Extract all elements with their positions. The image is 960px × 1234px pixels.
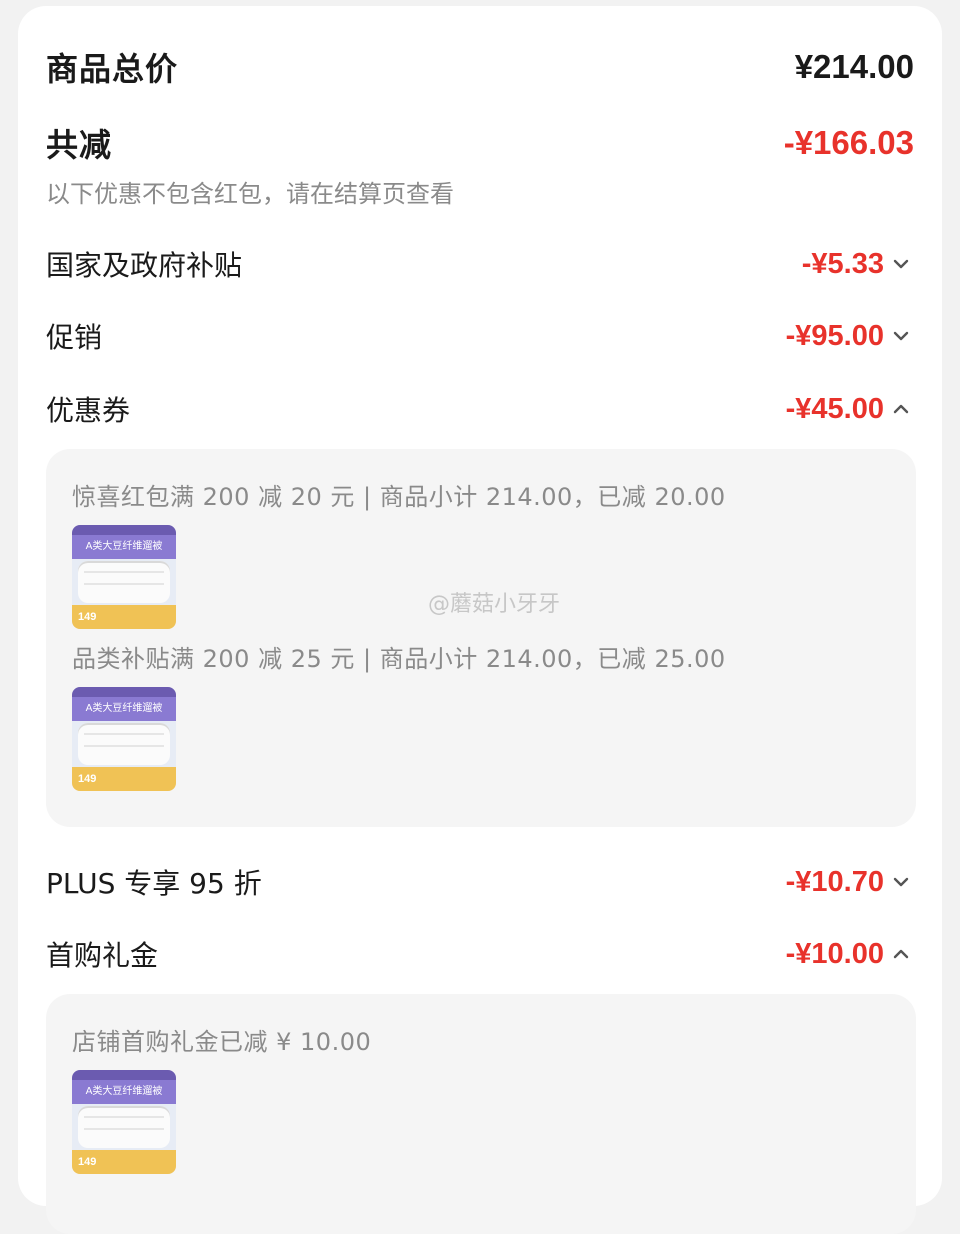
discount-row-plus[interactable]: PLUS 专享 95 折 -¥10.70 xyxy=(46,862,914,902)
product-thumbnail: A类大豆纤维遛被 149 xyxy=(72,687,176,791)
discount-value-wrap: -¥95.00 xyxy=(786,320,914,353)
reduction-label: 共减 xyxy=(46,126,113,164)
coupon-line: 品类补贴满 200 减 25 元 | 商品小计 214.00，已减 25.00 xyxy=(72,645,726,673)
discount-value-wrap: -¥5.33 xyxy=(802,248,914,281)
watermark: @蘑菇小牙牙 xyxy=(428,592,561,617)
discount-row-subsidy[interactable]: 国家及政府补贴 -¥5.33 xyxy=(46,244,914,284)
discount-label: PLUS 专享 95 折 xyxy=(46,867,262,900)
discount-row-promotion[interactable]: 促销 -¥95.00 xyxy=(46,316,914,356)
thumbnail-headline: A类大豆纤维遛被 xyxy=(72,697,176,721)
discount-value-wrap: -¥10.70 xyxy=(786,866,914,899)
reduction-value: -¥166.03 xyxy=(783,124,914,161)
discount-label: 国家及政府补贴 xyxy=(46,249,243,282)
thumbnail-price: 149 xyxy=(72,1150,176,1174)
discount-label: 首购礼金 xyxy=(46,939,159,972)
discount-row-first-purchase[interactable]: 首购礼金 -¥10.00 xyxy=(46,934,914,974)
thumbnail-price: 149 xyxy=(72,767,176,791)
first-purchase-line: 店铺首购礼金已减 ¥ 10.00 xyxy=(72,1028,372,1056)
thumbnail-price: 149 xyxy=(72,605,176,629)
discount-label: 优惠券 xyxy=(46,394,131,427)
total-value: ¥214.00 xyxy=(794,48,914,85)
chevron-down-icon[interactable] xyxy=(888,872,914,892)
coupon-line: 惊喜红包满 200 减 20 元 | 商品小计 214.00，已减 20.00 xyxy=(72,483,726,511)
thumbnail-headline: A类大豆纤维遛被 xyxy=(72,535,176,559)
discount-value: -¥10.70 xyxy=(785,865,884,898)
chevron-up-icon[interactable] xyxy=(888,944,914,964)
total-label: 商品总价 xyxy=(46,50,179,88)
chevron-up-icon[interactable] xyxy=(888,399,914,419)
total-row: 商品总价 ¥214.00 xyxy=(46,44,914,90)
coupon-detail-panel: 惊喜红包满 200 减 20 元 | 商品小计 214.00，已减 20.00 … xyxy=(46,449,916,827)
product-thumbnail: A类大豆纤维遛被 149 xyxy=(72,1070,176,1174)
chevron-down-icon[interactable] xyxy=(888,254,914,274)
discount-value-wrap: -¥10.00 xyxy=(786,938,914,971)
discount-value: -¥95.00 xyxy=(785,319,884,352)
discount-value: -¥5.33 xyxy=(801,247,884,280)
reduction-row: 共减 -¥166.03 xyxy=(46,120,914,166)
discount-value: -¥10.00 xyxy=(785,937,884,970)
price-breakdown-card: 商品总价 ¥214.00 共减 -¥166.03 以下优惠不包含红包，请在结算页… xyxy=(18,6,942,1234)
discount-row-coupon[interactable]: 优惠券 -¥45.00 xyxy=(46,389,914,429)
discount-value-wrap: -¥45.00 xyxy=(786,393,914,426)
thumbnail-headline: A类大豆纤维遛被 xyxy=(72,1080,176,1104)
reduction-note: 以下优惠不包含红包，请在结算页查看 xyxy=(46,180,454,208)
discount-value: -¥45.00 xyxy=(785,392,884,425)
chevron-down-icon[interactable] xyxy=(888,326,914,346)
product-thumbnail: A类大豆纤维遛被 149 xyxy=(72,525,176,629)
first-purchase-detail-panel: 店铺首购礼金已减 ¥ 10.00 A类大豆纤维遛被 149 xyxy=(46,994,916,1234)
discount-label: 促销 xyxy=(46,321,103,354)
